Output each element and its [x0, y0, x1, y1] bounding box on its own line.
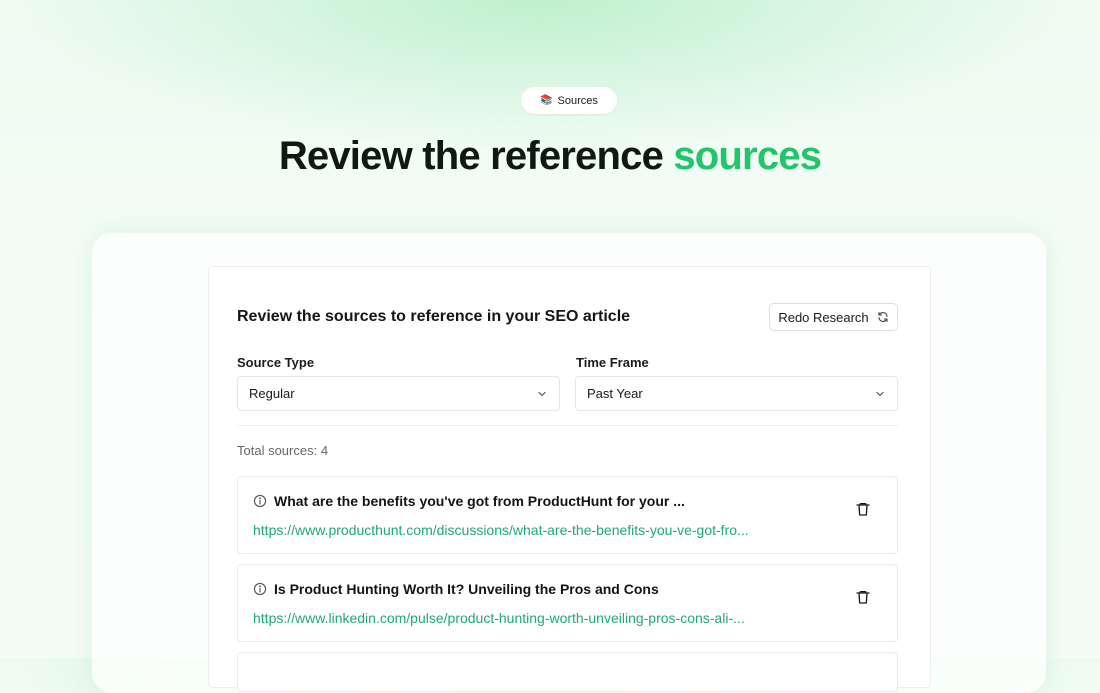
source-title: Is Product Hunting Worth It? Unveiling t… — [274, 581, 659, 597]
redo-research-button[interactable]: Redo Research — [769, 303, 898, 331]
source-type-value: Regular — [249, 386, 295, 401]
chevron-down-icon — [538, 391, 546, 396]
refresh-icon — [878, 311, 888, 323]
source-item: Is Product Hunting Worth It? Unveiling t… — [237, 564, 898, 642]
page-title-accent: sources — [673, 134, 822, 178]
info-icon — [253, 582, 267, 596]
books-icon: 📚 — [540, 94, 553, 106]
source-type-select[interactable]: Regular — [237, 376, 560, 411]
trash-icon[interactable] — [855, 501, 871, 517]
source-type-label: Source Type — [237, 355, 315, 370]
page-title: Review the reference sources — [0, 134, 1100, 179]
source-link[interactable]: https://www.linkedin.com/pulse/product-h… — [253, 610, 745, 626]
source-item: What are the benefits you've got from Pr… — [237, 476, 898, 554]
divider — [237, 425, 898, 426]
info-icon — [253, 494, 267, 508]
time-frame-value: Past Year — [587, 386, 643, 401]
panel-title: Review the sources to reference in your … — [237, 308, 631, 325]
chevron-down-icon — [876, 391, 884, 396]
source-title: What are the benefits you've got from Pr… — [274, 493, 685, 509]
time-frame-select[interactable]: Past Year — [575, 376, 898, 411]
redo-research-label: Redo Research — [778, 309, 869, 325]
source-item — [237, 652, 898, 692]
total-sources: Total sources: 4 — [237, 443, 329, 458]
time-frame-label: Time Frame — [576, 355, 649, 370]
source-link[interactable]: https://www.producthunt.com/discussions/… — [253, 522, 749, 538]
sources-badge: 📚 Sources — [521, 87, 617, 114]
trash-icon[interactable] — [855, 589, 871, 605]
page-title-prefix: Review the reference — [278, 134, 674, 178]
sources-badge-label: Sources — [557, 94, 598, 107]
